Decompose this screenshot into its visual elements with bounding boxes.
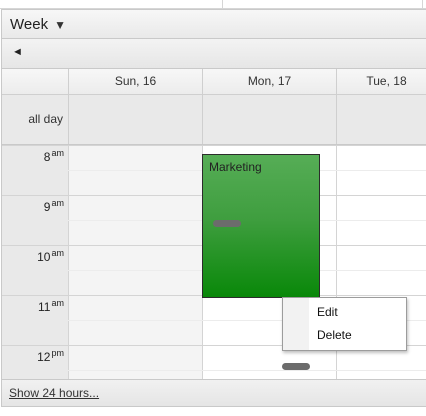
day-column-sun[interactable]: [68, 145, 202, 379]
hour-number: 10: [37, 250, 51, 264]
half-hour-divider: [68, 370, 426, 371]
hour-label-9: 9am: [2, 198, 64, 214]
calendar-toolbar: Week ▼: [1, 9, 426, 39]
hour-label-10: 10am: [2, 248, 64, 264]
dropdown-arrow-icon: ▼: [54, 18, 66, 32]
hour-suffix: am: [51, 298, 64, 308]
day-header-sun[interactable]: Sun, 16: [68, 69, 202, 94]
event-context-menu: Edit Delete: [282, 297, 407, 351]
hour-label-8: 8am: [2, 148, 64, 164]
hour-label-11: 11am: [2, 298, 64, 314]
event-bottom-resize-handle[interactable]: [282, 363, 310, 370]
hour-suffix: am: [51, 198, 64, 208]
event-title: Marketing: [209, 160, 262, 174]
all-day-row: all day: [2, 95, 426, 145]
prev-arrow-icon[interactable]: ◄: [12, 46, 23, 58]
hour-label-12: 12pm: [2, 348, 64, 364]
hour-divider: [2, 145, 426, 146]
all-day-cell-tue[interactable]: [336, 95, 426, 144]
date-nav-bar: ◄: [1, 39, 426, 69]
context-menu-icon-gutter: [283, 298, 309, 350]
event-top-resize-handle[interactable]: [213, 220, 241, 227]
context-menu-delete[interactable]: Delete: [309, 324, 406, 346]
top-strip-divider: [422, 0, 423, 8]
calendar-widget: Week ▼ ◄ Sun, 16 Mon, 17 Tue, 18 all day: [0, 0, 426, 416]
day-header-row: Sun, 16 Mon, 17 Tue, 18: [2, 69, 426, 95]
hour-number: 8: [43, 150, 51, 164]
all-day-cell-sun[interactable]: [68, 95, 202, 144]
view-mode-dropdown[interactable]: Week ▼: [10, 16, 66, 33]
hour-number: 11: [38, 300, 51, 314]
all-day-label: all day: [28, 112, 63, 126]
show-24-hours-link[interactable]: Show 24 hours...: [9, 386, 99, 400]
context-menu-edit[interactable]: Edit: [309, 301, 406, 323]
top-strip-divider: [222, 0, 223, 8]
all-day-cell-mon[interactable]: [202, 95, 336, 144]
top-strip: [0, 0, 426, 9]
hour-number: 12: [37, 350, 51, 364]
view-mode-label: Week: [10, 16, 49, 33]
hour-suffix: pm: [51, 348, 64, 358]
hour-number: 9: [43, 200, 51, 214]
calendar-footer: Show 24 hours...: [1, 379, 426, 407]
hour-suffix: am: [51, 148, 64, 158]
day-header-mon[interactable]: Mon, 17: [202, 69, 336, 94]
hour-suffix: am: [51, 248, 64, 258]
day-header-tue[interactable]: Tue, 18: [336, 69, 426, 94]
